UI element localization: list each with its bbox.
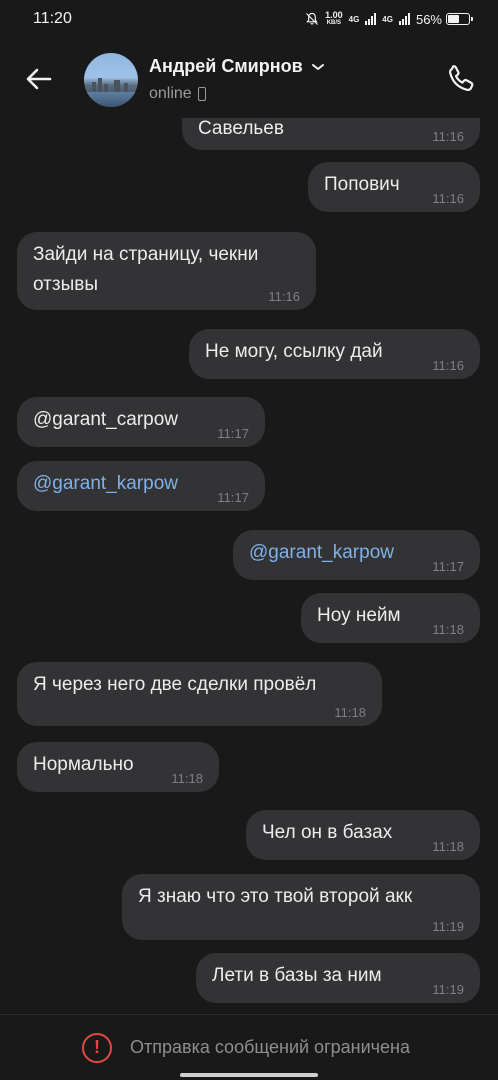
signal-icon-2 — [398, 13, 410, 25]
avatar[interactable] — [84, 53, 138, 107]
contact-name-row[interactable]: Андрей Смирнов — [149, 56, 325, 77]
message-time: 11:18 — [171, 771, 203, 786]
mobile-device-icon — [197, 87, 206, 101]
message-time: 11:16 — [432, 358, 464, 373]
message-bubble-outgoing[interactable]: Савельев 11:16 — [182, 118, 480, 150]
chevron-down-icon — [311, 63, 324, 70]
message-bubble-incoming[interactable]: @garant_carpow 11:17 — [17, 397, 265, 447]
message-bubble-outgoing[interactable]: Не могу, ссылку дай 11:16 — [189, 329, 480, 379]
message-time: 11:16 — [432, 191, 464, 206]
message-time: 11:18 — [334, 705, 366, 720]
message-text: Савельев — [198, 118, 284, 139]
message-time: 11:19 — [432, 982, 464, 997]
status-icons: 1.00 KB/S 4G 4G 56% — [305, 11, 473, 27]
message-text: Лети в базы за ним — [212, 965, 382, 986]
net-speed-value: 1.00 — [325, 10, 343, 20]
message-text: @garant_carpow — [33, 409, 178, 430]
message-time: 11:18 — [432, 839, 464, 854]
message-text: Я знаю что это твой второй акк — [138, 886, 413, 907]
mention-link[interactable]: @garant_karpow — [33, 473, 178, 494]
message-bubble-outgoing[interactable]: Ноу нейм 11:18 — [301, 593, 480, 643]
message-bubble-incoming[interactable]: Нормально 11:18 — [17, 742, 219, 792]
battery-icon — [446, 13, 473, 25]
network-type-1: 4G — [348, 14, 360, 24]
message-text: Я через него две сделки провёл — [33, 674, 317, 695]
message-time: 11:16 — [268, 289, 300, 304]
home-indicator[interactable] — [180, 1073, 318, 1077]
contact-status: online — [149, 85, 206, 103]
message-bubble-incoming[interactable]: Я через него две сделки провёл 11:18 — [17, 662, 382, 726]
phone-call-icon[interactable] — [444, 62, 478, 96]
back-arrow-icon[interactable] — [22, 62, 56, 96]
message-text: Зайди на страницу, чекни отзывы — [33, 244, 259, 295]
message-bubble-outgoing[interactable]: @garant_karpow 11:17 — [233, 530, 480, 580]
message-bubble-incoming[interactable]: @garant_karpow 11:17 — [17, 461, 265, 511]
message-bubble-outgoing[interactable]: Лети в базы за ним 11:19 — [196, 953, 480, 1003]
message-time: 11:16 — [432, 129, 464, 144]
network-type-2: 4G — [382, 14, 393, 24]
message-time: 11:17 — [432, 559, 464, 574]
message-text: Ноу нейм — [317, 605, 401, 626]
contact-status-text: online — [149, 85, 192, 102]
battery-percent: 56% — [415, 11, 442, 27]
chat-header: Андрей Смирнов online — [0, 38, 498, 118]
message-time: 11:17 — [217, 426, 249, 441]
message-text: Попович — [324, 174, 400, 195]
message-time: 11:19 — [432, 919, 464, 934]
messaging-restricted-bar: ! Отправка сообщений ограничена — [0, 1014, 498, 1080]
message-time: 11:18 — [432, 622, 464, 637]
message-list[interactable]: Савельев 11:16 Попович 11:16 Зайди на ст… — [0, 118, 498, 1014]
contact-name: Андрей Смирнов — [149, 56, 303, 76]
mute-bell-icon — [306, 12, 319, 25]
message-bubble-outgoing[interactable]: Попович 11:16 — [308, 162, 480, 212]
message-bubble-incoming[interactable]: Зайди на страницу, чекни отзывы 11:16 — [17, 232, 316, 310]
message-time: 11:17 — [217, 490, 249, 505]
message-text: Чел он в базах — [262, 822, 393, 843]
net-speed-unit: KB/S — [326, 20, 342, 26]
signal-icon — [365, 13, 377, 25]
exclamation-circle-icon: ! — [82, 1032, 112, 1063]
message-text: Нормально — [33, 754, 134, 775]
restriction-text: Отправка сообщений ограничена — [130, 1037, 410, 1057]
message-text: Не могу, ссылку дай — [205, 341, 383, 362]
status-bar: 11:20 1.00 KB/S 4G 4G 56% — [0, 0, 498, 38]
net-speed: 1.00 KB/S — [325, 11, 343, 27]
message-bubble-outgoing[interactable]: Я знаю что это твой второй акк 11:19 — [122, 874, 480, 940]
mention-link[interactable]: @garant_karpow — [249, 542, 394, 563]
status-time: 11:20 — [33, 10, 72, 27]
message-bubble-outgoing[interactable]: Чел он в базах 11:18 — [246, 810, 480, 860]
battery: 56% — [415, 11, 473, 27]
